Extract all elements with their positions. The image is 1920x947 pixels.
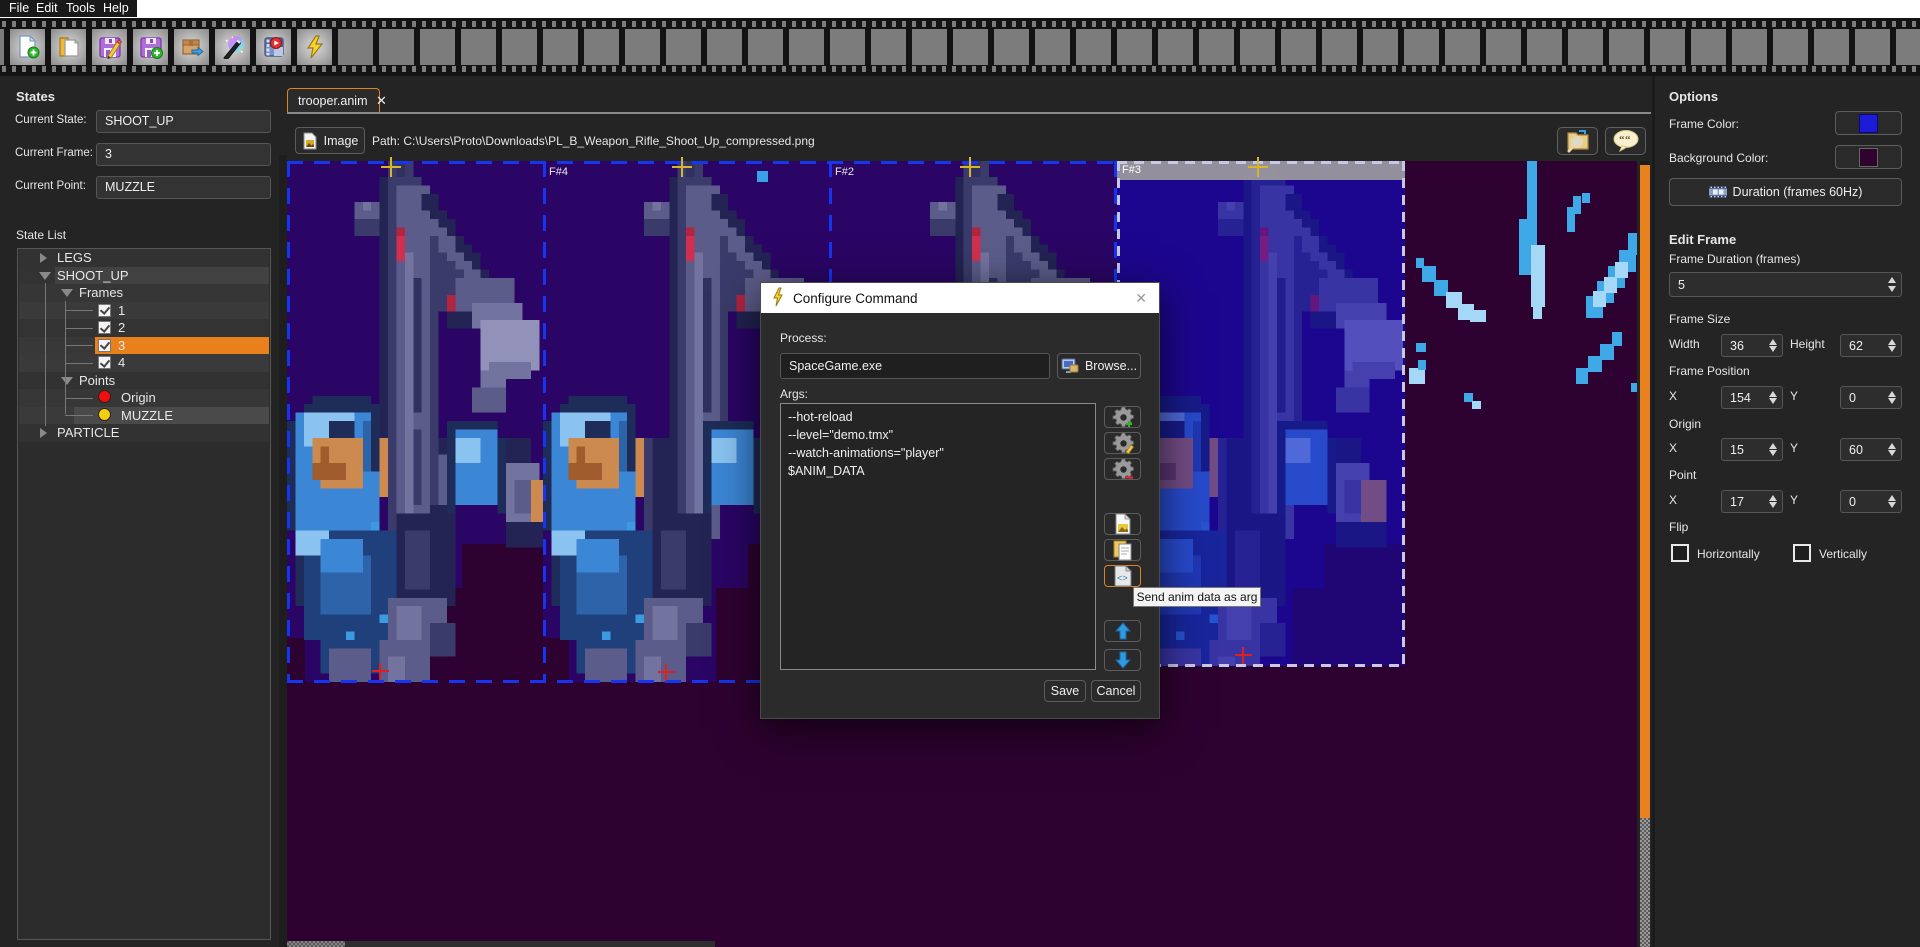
svg-text:<>: <> (1117, 574, 1128, 584)
svg-text:“: “ (1625, 134, 1631, 146)
